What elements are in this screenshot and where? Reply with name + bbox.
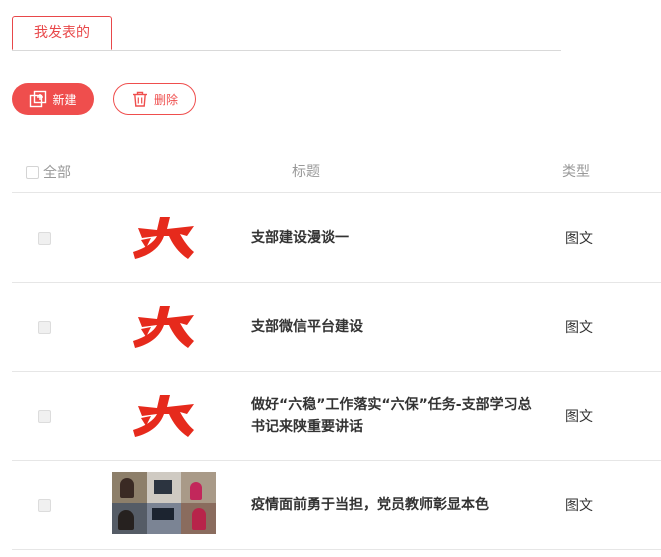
delete-button-label: 删除: [153, 92, 178, 107]
logo-thumbnail: [112, 212, 216, 264]
photo-thumbnail: [112, 472, 216, 534]
row-title[interactable]: 支部建设漫谈一: [251, 194, 541, 282]
row-title[interactable]: 疫情面前勇于当担，党员教师彰显本色: [251, 461, 541, 549]
logo-thumbnail: [112, 301, 216, 353]
table-header: 全部 标题 类型: [12, 152, 661, 193]
trash-icon: [131, 90, 149, 108]
tab-bar-divider: [12, 50, 561, 51]
row-type: 图文: [565, 409, 593, 425]
row-checkbox[interactable]: [38, 499, 51, 512]
new-button-label: 新建: [52, 92, 77, 107]
table-row[interactable]: 疫情面前勇于当担，党员教师彰显本色 图文: [12, 461, 661, 550]
row-title[interactable]: 支部微信平台建设: [251, 283, 541, 371]
select-all-label: 全部: [43, 165, 71, 181]
row-title[interactable]: 做好“六稳”工作落实“六保”任务-支部学习总书记来陕重要讲话: [251, 372, 541, 460]
table-row[interactable]: 支部微信平台建设 图文: [12, 283, 661, 372]
tab-my-posts[interactable]: 我发表的: [12, 16, 112, 50]
row-type: 图文: [565, 498, 593, 514]
table-row[interactable]: 做好“六稳”工作落实“六保”任务-支部学习总书记来陕重要讲话 图文: [12, 372, 661, 461]
row-checkbox[interactable]: [38, 232, 51, 245]
row-type: 图文: [565, 320, 593, 336]
tab-bar: 我发表的: [12, 16, 561, 51]
new-button[interactable]: 新建: [12, 83, 94, 115]
collage-image: [112, 472, 216, 534]
add-icon: [29, 90, 47, 108]
row-checkbox[interactable]: [38, 410, 51, 423]
select-all-checkbox[interactable]: [26, 165, 39, 179]
table-row[interactable]: 支部建设漫谈一 图文: [12, 194, 661, 283]
logo-thumbnail: [112, 390, 216, 442]
column-header-title: 标题: [292, 164, 320, 180]
row-type: 图文: [565, 231, 593, 247]
column-header-type: 类型: [562, 164, 590, 180]
row-checkbox[interactable]: [38, 321, 51, 334]
delete-button[interactable]: 删除: [113, 83, 196, 115]
select-all[interactable]: 全部: [26, 162, 71, 182]
